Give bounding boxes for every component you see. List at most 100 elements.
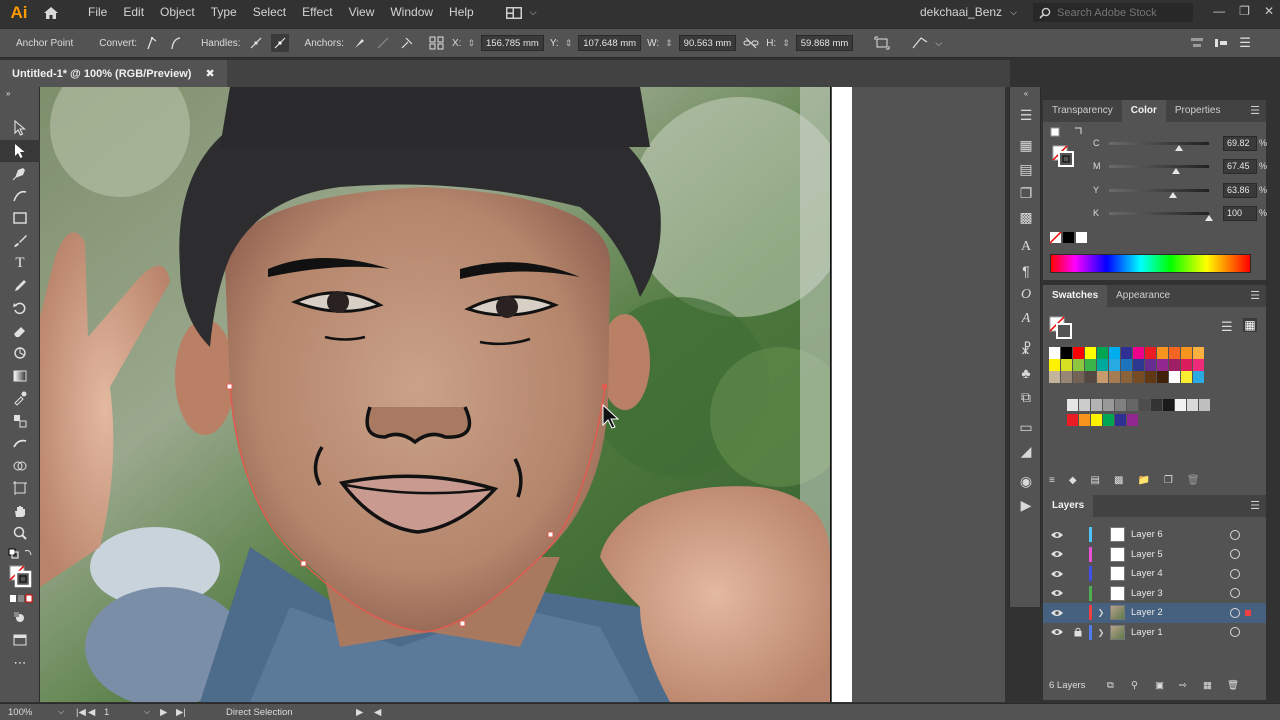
menu-help[interactable]: Help bbox=[441, 0, 482, 25]
document-tab[interactable]: Untitled-1* @ 100% (RGB/Preview) ✖ bbox=[0, 60, 227, 87]
tab-transparency[interactable]: Transparency bbox=[1043, 100, 1122, 122]
canvas[interactable] bbox=[40, 87, 1005, 702]
h-field[interactable]: 59.868 mm bbox=[795, 35, 854, 51]
select-similar-icon[interactable] bbox=[428, 34, 446, 52]
screen-mode-icon[interactable] bbox=[0, 629, 40, 652]
spinner-icon[interactable]: ⇕ bbox=[782, 38, 790, 49]
swatch[interactable] bbox=[1181, 347, 1193, 359]
selection-indicator-icon[interactable] bbox=[1245, 609, 1251, 616]
transform-icon[interactable] bbox=[873, 34, 891, 52]
gradient-tool-icon[interactable] bbox=[0, 365, 40, 388]
glyphs-panel-icon[interactable]: A bbox=[1010, 307, 1042, 331]
menu-file[interactable]: File bbox=[80, 0, 115, 25]
swatch[interactable] bbox=[1145, 347, 1157, 359]
connect-anchors-icon[interactable] bbox=[374, 34, 392, 52]
close-tab-icon[interactable]: ✖ bbox=[205, 67, 214, 80]
hide-handles-icon[interactable] bbox=[270, 34, 289, 52]
swatch[interactable] bbox=[1079, 414, 1091, 426]
artboard-number[interactable]: 1 bbox=[104, 707, 144, 718]
swatch[interactable] bbox=[1115, 414, 1127, 426]
panel-menu-icon[interactable]: ☰ bbox=[1250, 104, 1260, 117]
color-spectrum[interactable] bbox=[1050, 254, 1251, 273]
swatch[interactable] bbox=[1061, 347, 1073, 359]
symbol-sprayer-icon[interactable] bbox=[0, 432, 40, 455]
swatch[interactable] bbox=[1133, 371, 1145, 383]
swatch[interactable] bbox=[1169, 371, 1181, 383]
show-handles-icon[interactable] bbox=[247, 34, 265, 52]
swatch[interactable] bbox=[1109, 347, 1121, 359]
swatch[interactable] bbox=[1085, 347, 1097, 359]
w-field[interactable]: 90.563 mm bbox=[678, 35, 737, 51]
new-layer-icon[interactable]: ▦ bbox=[1203, 680, 1227, 691]
channel-value[interactable]: 67.45 bbox=[1223, 159, 1257, 174]
actions-panel-icon[interactable]: ▶ bbox=[1010, 493, 1042, 517]
chevron-down-icon[interactable]: ⌵ bbox=[935, 38, 942, 49]
menu-view[interactable]: View bbox=[341, 0, 383, 25]
y-field[interactable]: 107.648 mm bbox=[578, 35, 642, 51]
channel-value[interactable]: 100 bbox=[1223, 206, 1257, 221]
panel-menu-icon[interactable]: ☰ bbox=[1250, 289, 1260, 302]
collapse-toolbar-icon[interactable]: » bbox=[0, 87, 40, 99]
slider-thumb[interactable] bbox=[1172, 168, 1181, 174]
isolate-icon[interactable] bbox=[911, 34, 929, 52]
channel-slider[interactable] bbox=[1109, 189, 1209, 192]
slider-thumb[interactable] bbox=[1168, 192, 1177, 198]
swatch[interactable] bbox=[1091, 399, 1103, 411]
swatch[interactable] bbox=[1121, 371, 1133, 383]
swatch[interactable] bbox=[1187, 399, 1199, 411]
menu-object[interactable]: Object bbox=[152, 0, 203, 25]
first-artboard-icon[interactable]: |◀ bbox=[76, 707, 88, 718]
swatch[interactable] bbox=[1067, 399, 1079, 411]
scroll-left-icon[interactable]: ◀ bbox=[374, 707, 388, 718]
rotate-tool-icon[interactable] bbox=[0, 297, 40, 320]
swatch[interactable] bbox=[1181, 371, 1193, 383]
swatch[interactable] bbox=[1181, 359, 1193, 371]
swatch[interactable] bbox=[1079, 399, 1091, 411]
menu-edit[interactable]: Edit bbox=[115, 0, 152, 25]
swatch[interactable] bbox=[1049, 359, 1061, 371]
swatch[interactable] bbox=[1067, 414, 1079, 426]
tab-swatches[interactable]: Swatches bbox=[1043, 285, 1108, 307]
channel-slider[interactable] bbox=[1109, 212, 1209, 215]
swatch[interactable] bbox=[1175, 399, 1187, 411]
grid-view-icon[interactable]: ▦ bbox=[1243, 318, 1257, 332]
minimize-icon[interactable]: — bbox=[1213, 0, 1225, 22]
swatch[interactable] bbox=[1097, 371, 1109, 383]
expand-arrow-icon[interactable]: ❯ bbox=[1092, 608, 1110, 617]
distribute-icon[interactable] bbox=[1212, 34, 1230, 52]
eraser-tool-icon[interactable] bbox=[0, 320, 40, 343]
layer-row[interactable]: Layer 3 bbox=[1043, 584, 1266, 604]
paragraph-panel-icon[interactable]: ¶ bbox=[1010, 259, 1042, 283]
swatch[interactable] bbox=[1157, 371, 1169, 383]
target-icon[interactable] bbox=[1230, 588, 1240, 599]
layer-row[interactable]: Layer 4 bbox=[1043, 564, 1266, 584]
properties-panel-icon[interactable]: ☰ bbox=[1010, 103, 1042, 127]
swatch[interactable] bbox=[1145, 359, 1157, 371]
swatch[interactable] bbox=[1091, 414, 1103, 426]
swatch-kind-icon[interactable]: ◆ bbox=[1069, 475, 1077, 486]
menu-window[interactable]: Window bbox=[382, 0, 441, 25]
swatch[interactable] bbox=[1139, 399, 1151, 411]
align-panel-icon[interactable]: ▤ bbox=[1010, 157, 1042, 181]
swatch[interactable] bbox=[1193, 359, 1205, 371]
zoom-tool-icon[interactable] bbox=[0, 522, 40, 545]
visibility-eye-icon[interactable] bbox=[1043, 589, 1071, 597]
swatch[interactable] bbox=[1127, 399, 1139, 411]
swatch[interactable] bbox=[1145, 371, 1157, 383]
user-account[interactable]: dekchaai_Benz ⌵ bbox=[920, 0, 1017, 25]
last-artboard-icon[interactable]: ▶| bbox=[176, 707, 226, 718]
opentype-panel-icon[interactable]: O bbox=[1010, 283, 1042, 307]
swatch[interactable] bbox=[1049, 347, 1061, 359]
target-icon[interactable] bbox=[1230, 568, 1240, 579]
swatch[interactable] bbox=[1073, 347, 1085, 359]
swatch[interactable] bbox=[1073, 359, 1085, 371]
type-tool-icon[interactable]: T bbox=[0, 252, 40, 275]
x-field[interactable]: 156.785 mm bbox=[481, 35, 544, 51]
direct-selection-tool-icon[interactable] bbox=[0, 139, 40, 162]
layer-name[interactable]: Layer 5 bbox=[1131, 549, 1226, 560]
menu-type[interactable]: Type bbox=[203, 0, 245, 25]
restore-icon[interactable]: ❐ bbox=[1239, 0, 1250, 22]
swatch[interactable] bbox=[1085, 371, 1097, 383]
layer-name[interactable]: Layer 1 bbox=[1131, 627, 1226, 638]
swatch[interactable] bbox=[1085, 359, 1097, 371]
